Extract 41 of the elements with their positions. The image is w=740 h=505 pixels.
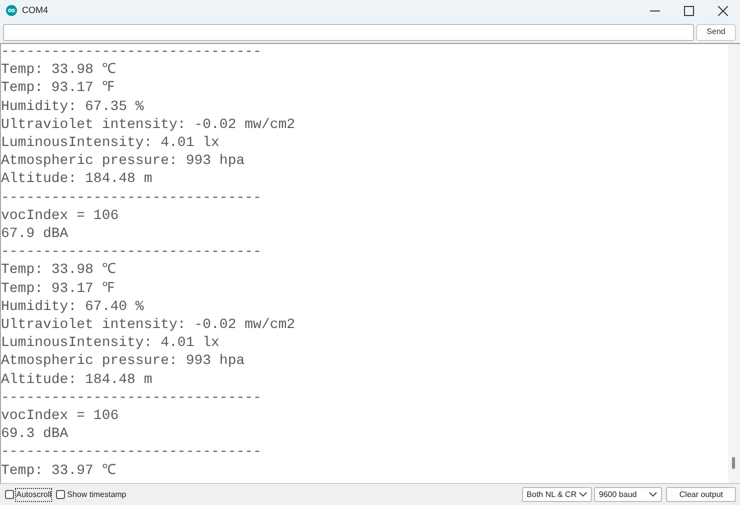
chevron-icon <box>648 492 657 497</box>
output-line: ------------------------------- <box>1 44 262 62</box>
close-icon <box>718 6 728 16</box>
output-line: Altitude: 184.48 m <box>1 170 152 189</box>
output-line: Temp: 93.17 ℉ <box>1 79 114 98</box>
output-line: Humidity: 67.40 % <box>1 298 144 316</box>
output-line: ------------------------------- <box>1 188 262 207</box>
output-line: Ultraviolet intensity: -0.02 mw/cm2 <box>1 116 296 134</box>
output-line: Temp: 33.97 ℃ <box>1 462 116 480</box>
message-input[interactable] <box>3 24 694 40</box>
output-line: Atmospheric pressure: 993 hpa <box>1 352 245 371</box>
send-button[interactable]: Send <box>696 24 736 40</box>
output-line: ------------------------------- <box>1 443 262 462</box>
output-line: LuminousIntensity: 4.01 lx <box>1 134 220 152</box>
maximize-icon <box>684 6 694 16</box>
scroll-thumb[interactable] <box>732 457 735 469</box>
output-line: Temp: 33.98 ℃ <box>1 261 116 280</box>
output-line: LuminousIntensity: 4.01 lx <box>1 334 220 352</box>
checkbox-label[interactable]: Autoscroll <box>16 488 52 500</box>
output-line: vocIndex = 106 <box>1 407 119 426</box>
baud-rate-dropdown[interactable]: 9600 baud <box>594 487 662 502</box>
checkbox-label[interactable]: Show timestamp <box>67 488 126 500</box>
scrollbar[interactable] <box>728 44 740 483</box>
output-line: Temp: 33.98 ℃ <box>1 61 116 80</box>
window-title: COM4 <box>22 4 48 17</box>
output-line: Temp: 93.17 ℉ <box>1 280 114 298</box>
line-ending-dropdown[interactable]: Both NL & CR <box>522 487 592 502</box>
output-line: ------------------------------- <box>1 243 262 262</box>
clear-output-button[interactable]: Clear output <box>666 487 736 502</box>
output-line: Altitude: 184.48 m <box>1 370 152 389</box>
chevron-icon <box>578 492 587 497</box>
output-line: Ultraviolet intensity: -0.02 mw/cm2 <box>1 316 296 334</box>
output-line: Humidity: 67.35 % <box>1 98 144 116</box>
output-line: Atmospheric pressure: 993 hpa <box>1 152 245 170</box>
output-line: ------------------------------- <box>1 388 262 408</box>
output-line: 69.3 dBA <box>1 425 68 444</box>
output-line: 67.9 dBA <box>1 225 68 244</box>
app-logo-icon <box>6 5 17 16</box>
checkbox[interactable] <box>5 490 14 499</box>
output-line: vocIndex = 106 <box>1 206 119 226</box>
checkbox[interactable] <box>56 490 65 499</box>
